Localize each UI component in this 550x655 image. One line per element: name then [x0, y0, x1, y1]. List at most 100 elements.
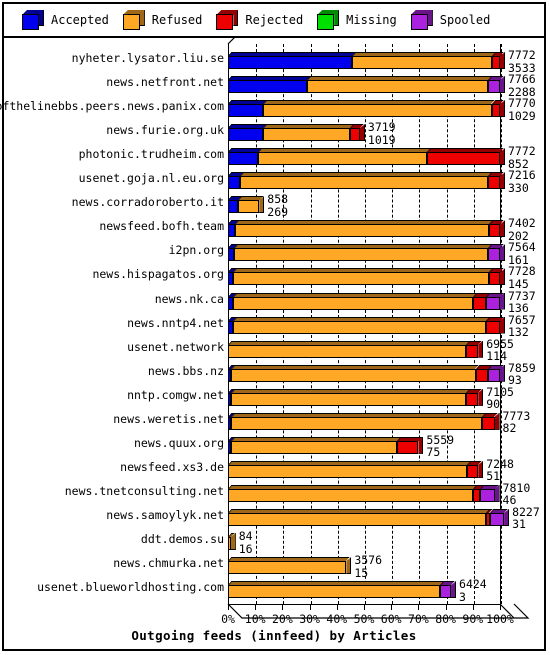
- bar-segment-refused: [228, 344, 466, 358]
- x-axis-ticks: 0% 10% 20% 30% 40% 50% 60% 70% 80% 90% 100%: [221, 610, 514, 626]
- bar-segment-rejected: [472, 488, 480, 502]
- bar-segment-rejected: [466, 344, 479, 358]
- legend-label: Spooled: [439, 13, 491, 27]
- bar-segment-spooled: [486, 296, 500, 310]
- bar-value-labels: 5559 75: [426, 434, 454, 459]
- bar-segment-refused: [228, 585, 441, 599]
- bar-segment-refused: [240, 176, 488, 190]
- bar-value-labels: 7564 161: [508, 242, 536, 266]
- x-axis-tick-label: 90%: [462, 612, 484, 626]
- bar-value-top: 3719: [367, 120, 396, 135]
- x-axis-tick-mark: [255, 604, 257, 610]
- bar-value-labels: 3719 1019: [368, 122, 396, 146]
- table-row: 7770 1029: [4, 98, 544, 121]
- bar-value-labels: 7770 1029: [508, 98, 536, 122]
- table-row: 7105 90: [4, 386, 544, 410]
- bar-value-top: 7772: [508, 144, 536, 159]
- x-axis-tick-label: 10%: [244, 612, 266, 626]
- chart-screenshot: Accepted Refused Rejected Missing Spooled ny…: [0, 0, 550, 655]
- bar-value-labels: 7248 51: [486, 458, 514, 483]
- bar-value-labels: 7766 2288: [508, 74, 536, 98]
- bar-segment-rejected: [396, 440, 419, 454]
- bar-segment-refused: [233, 272, 490, 286]
- bar-segment-spooled: [487, 248, 500, 262]
- bar-value-bottom: 3: [459, 589, 466, 604]
- bar-value-labels: 7773 82: [502, 410, 531, 436]
- legend-item-refused: Refused: [122, 10, 203, 30]
- bar-segment-spooled: [479, 488, 495, 502]
- bar-segment-rejected: [491, 104, 500, 118]
- table-row: 3576 15: [4, 555, 544, 578]
- x-axis-tick-label: 60%: [380, 612, 402, 626]
- x-axis-tick-label: 40%: [326, 612, 348, 626]
- bar-segment-accepted: [228, 224, 236, 238]
- bar-value-labels: 6955 114: [486, 338, 514, 363]
- bar-value-labels: 7737 136: [508, 290, 536, 315]
- x-axis-tick-mark: [364, 604, 365, 610]
- table-row: 7772 3533: [4, 49, 544, 73]
- bar-segment-refused: [257, 152, 427, 166]
- bar-value-bottom: 1029: [508, 108, 536, 123]
- bar-segment-accepted: [228, 200, 238, 214]
- x-axis-tick-label: 50%: [353, 612, 375, 626]
- legend-item-spooled: Spooled: [410, 10, 491, 30]
- bar-value-bottom: 31: [512, 517, 526, 532]
- bar-value-top: 7772: [508, 48, 536, 62]
- x-axis-tick-mark: [500, 604, 501, 610]
- bar-value-labels: 7728 145: [508, 266, 536, 290]
- table-row: 84 16: [4, 530, 544, 554]
- cube-icon: [216, 10, 239, 30]
- bar-value-bottom: 15: [354, 565, 369, 580]
- table-row: 6424 3: [4, 579, 544, 602]
- table-row: 3719 1019: [4, 122, 544, 145]
- table-row: 8227 31: [4, 506, 544, 530]
- legend-label: Refused: [151, 13, 203, 27]
- bar-segment-rejected: [487, 176, 500, 190]
- bar-value-labels: 8227 31: [512, 506, 540, 532]
- bar-segment-refused: [228, 537, 231, 550]
- cube-icon: [122, 10, 145, 30]
- bar-segment-rejected: [426, 152, 500, 166]
- bar-segment-refused: [263, 128, 351, 142]
- bar-segment-accepted: [228, 128, 264, 142]
- plot-area: nyheter.lysator.liu.senews.netfront.nete…: [0, 38, 544, 647]
- bar-segment-refused: [228, 488, 473, 502]
- chart-legend: Accepted Refused Rejected Missing Spooled: [4, 4, 544, 38]
- bar-segment-refused: [351, 56, 492, 69]
- x-axis-tick-label: 20%: [272, 612, 293, 626]
- bar-segment-rejected: [467, 464, 479, 478]
- bar-value-bottom: 330: [508, 180, 529, 195]
- bar-segment-rejected: [466, 392, 479, 406]
- table-row: 7248 51: [4, 458, 544, 482]
- bar-value-labels: 7859 93: [508, 362, 536, 387]
- cube-icon: [22, 10, 44, 30]
- x-axis-tick-mark: [418, 604, 420, 610]
- legend-item-missing: Missing: [317, 10, 397, 30]
- x-axis-tick-mark: [228, 604, 229, 610]
- legend-label: Missing: [346, 13, 397, 27]
- bar-value-labels: 7772 3533: [508, 48, 536, 74]
- bar-value-top: 3576: [354, 553, 383, 568]
- bar-segment-refused: [233, 248, 488, 262]
- bar-value-bottom: 82: [502, 421, 517, 436]
- bar-segment-refused: [235, 224, 490, 238]
- bar-segment-spooled: [487, 368, 500, 382]
- bar-value-bottom: 16: [238, 541, 253, 556]
- bar-value-labels: 6424 3: [459, 579, 487, 603]
- bar-value-top: 7766: [508, 72, 536, 87]
- bar-segment-accepted: [228, 152, 258, 166]
- bar-value-labels: 7105 90: [486, 386, 514, 411]
- bar-value-labels: 7772 852: [508, 146, 536, 170]
- bar-value-labels: 3576 15: [354, 555, 382, 579]
- x-axis-tick-mark: [309, 604, 311, 610]
- bar-segment-refused: [228, 561, 347, 575]
- x-axis-tick-label: 80%: [435, 612, 456, 626]
- table-row: 7766 2288: [4, 74, 544, 97]
- bar-value-labels: 7657 132: [508, 314, 536, 339]
- x-axis-tick-mark: [336, 604, 338, 610]
- bar-segment-rejected: [472, 296, 487, 310]
- legend-label: Accepted: [51, 13, 109, 27]
- table-row: 7728 145: [4, 266, 544, 289]
- legend-item-rejected: Rejected: [216, 10, 303, 30]
- bar-value-top: 7770: [508, 96, 536, 111]
